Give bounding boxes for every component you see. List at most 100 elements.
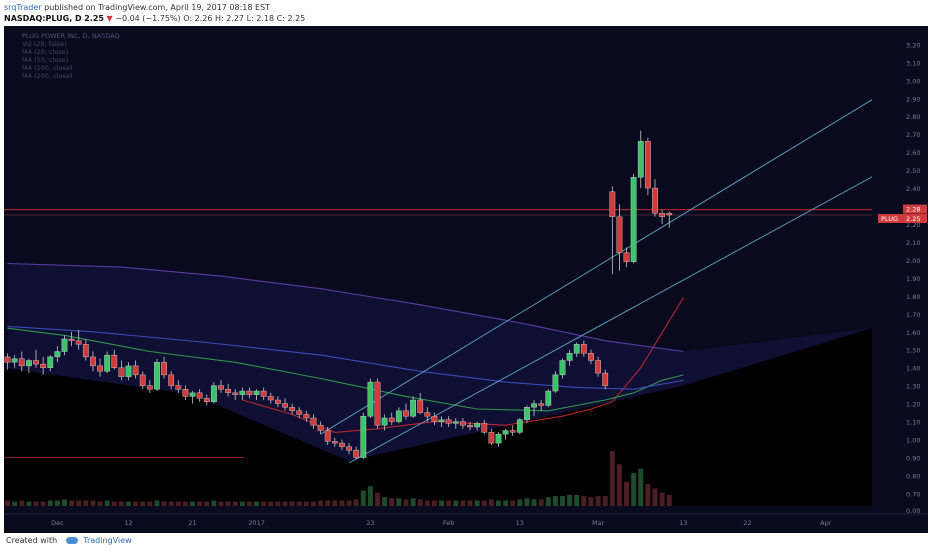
volume-bar bbox=[268, 501, 274, 506]
y-tick-label: 2.40 bbox=[906, 185, 920, 193]
volume-bar bbox=[61, 499, 67, 506]
x-tick-label: 13 bbox=[679, 519, 687, 527]
candle-body bbox=[637, 141, 644, 178]
level-tag-label: 2.28 bbox=[906, 206, 920, 214]
candle-body bbox=[118, 367, 125, 377]
volume-bar bbox=[510, 500, 516, 506]
candle-body bbox=[232, 392, 239, 395]
candle-body bbox=[495, 433, 502, 444]
created-with: Created with TradingView bbox=[6, 536, 132, 545]
volume-bar bbox=[609, 451, 615, 506]
candle-body bbox=[97, 365, 103, 372]
x-tick-label: Mar bbox=[592, 519, 605, 527]
candle-body bbox=[545, 390, 552, 406]
volume-bar bbox=[12, 501, 18, 506]
candle-body bbox=[609, 191, 616, 218]
volume-bar bbox=[318, 500, 324, 506]
volume-bar bbox=[367, 486, 373, 506]
candle-body bbox=[374, 381, 381, 426]
symbol-label: NASDAQ:PLUG, D bbox=[4, 14, 82, 23]
volume-bar bbox=[467, 500, 473, 506]
x-tick-label: 23 bbox=[366, 519, 374, 527]
x-tick-label: 13 bbox=[516, 519, 524, 527]
candle-body bbox=[246, 390, 253, 395]
candle-body bbox=[538, 403, 545, 406]
y-tick-label: 2.00 bbox=[906, 257, 920, 265]
candle-body bbox=[189, 392, 196, 397]
y-tick-label: 2.60 bbox=[906, 149, 920, 157]
candle-body bbox=[652, 187, 658, 214]
volume-bar bbox=[111, 501, 117, 506]
chart-header: srqTrader published on TradingView.com, … bbox=[0, 0, 932, 26]
candle-body bbox=[623, 252, 630, 262]
volume-bar bbox=[360, 490, 366, 506]
volume-bar bbox=[431, 500, 437, 506]
y-tick-label: 1.80 bbox=[906, 293, 920, 301]
candle-body bbox=[90, 356, 96, 367]
volume-bar bbox=[311, 501, 316, 506]
volume-bar bbox=[602, 496, 608, 506]
volume-bar bbox=[439, 500, 445, 506]
volume-bar bbox=[168, 501, 174, 506]
candle-body bbox=[445, 419, 452, 424]
published-text: published on TradingView.com, April 19, … bbox=[44, 3, 271, 12]
volume-bar bbox=[246, 501, 252, 506]
legend-entry: MA (50, close) bbox=[22, 56, 68, 64]
x-tick-label: 22 bbox=[743, 519, 751, 527]
candle-body bbox=[452, 421, 459, 424]
x-tick-label: Feb bbox=[443, 519, 455, 527]
candle-body bbox=[132, 365, 139, 376]
volume-bar bbox=[69, 500, 75, 506]
candle-body bbox=[659, 213, 666, 218]
y-tick-label: 0.70 bbox=[906, 490, 920, 498]
volume-bar bbox=[624, 481, 630, 506]
y-tick-label: 3.10 bbox=[906, 59, 920, 67]
volume-bar bbox=[524, 498, 530, 506]
candle-body bbox=[239, 390, 246, 395]
chart-area[interactable]: 0.00 0.70 0.80 0.90 1.00 1.10 1.20 1.30 1.40 1.50… bbox=[4, 26, 928, 533]
candle-body bbox=[488, 432, 495, 444]
candle-body bbox=[360, 415, 367, 458]
candle-body bbox=[25, 360, 32, 367]
candle-body bbox=[509, 430, 516, 433]
volume-bar bbox=[325, 500, 331, 506]
candle-body bbox=[310, 417, 317, 426]
candle-body bbox=[566, 353, 573, 361]
volume-bar bbox=[83, 500, 89, 506]
y-tick-label: 3.00 bbox=[906, 77, 920, 85]
candle-body bbox=[289, 407, 296, 412]
y-tick-label: 1.20 bbox=[906, 401, 920, 409]
candle-body bbox=[317, 424, 324, 431]
candle-body bbox=[438, 419, 445, 422]
volume-bar bbox=[403, 499, 409, 506]
volume-bar bbox=[552, 496, 558, 506]
candle-body bbox=[410, 399, 417, 417]
volume-bar bbox=[339, 500, 345, 506]
candle-body bbox=[644, 141, 651, 189]
candle-body bbox=[210, 385, 217, 403]
legend-entry: MA (200, close) bbox=[22, 72, 72, 80]
volume-bar bbox=[232, 501, 238, 506]
candle-body bbox=[168, 374, 175, 386]
volume-bar bbox=[133, 501, 139, 506]
tradingview-brand[interactable]: TradingView bbox=[83, 536, 131, 545]
volume-bar bbox=[346, 500, 352, 506]
y-tick-label: 2.10 bbox=[906, 239, 920, 247]
candle-body bbox=[139, 374, 146, 386]
volume-bar bbox=[126, 501, 131, 506]
volume-bar bbox=[97, 501, 103, 506]
volume-bar bbox=[19, 500, 25, 506]
volume-bar bbox=[495, 500, 501, 506]
candle-body bbox=[595, 360, 601, 374]
candle-body bbox=[111, 354, 118, 368]
candle-body bbox=[616, 216, 623, 253]
candle-body bbox=[395, 410, 402, 422]
volume-bar bbox=[396, 498, 402, 506]
y-tick-label: 1.30 bbox=[906, 383, 920, 391]
y-tick-label: 3.20 bbox=[906, 41, 920, 49]
price-chart[interactable]: 0.000.700.800.901.001.101.201.301.401.50… bbox=[4, 26, 928, 533]
symbol-tag-label: PLUG bbox=[881, 215, 898, 223]
author-link[interactable]: srqTrader bbox=[4, 3, 42, 12]
candle-body bbox=[346, 446, 352, 451]
volume-bar bbox=[147, 501, 153, 506]
